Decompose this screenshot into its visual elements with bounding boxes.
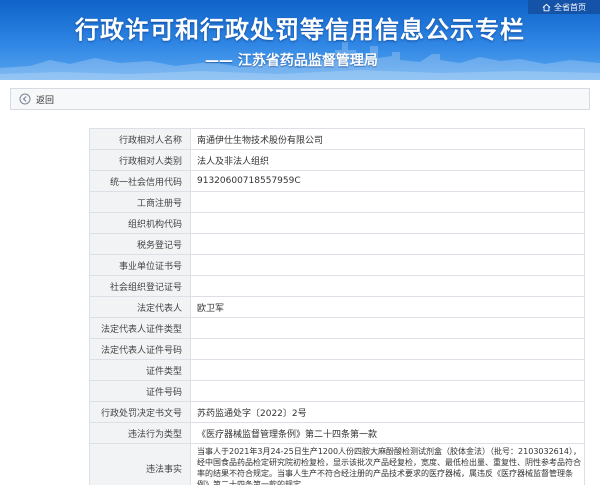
table-row: 组织机构代码 [89,212,585,234]
table-row: 统一社会信用代码 91320600718557959C [89,170,585,192]
field-label: 社会组织登记证号 [89,275,191,297]
table-row: 工商注册号 [89,191,585,213]
table-row: 税务登记号 [89,233,585,255]
field-value [190,359,585,381]
agency-subtitle: —— 江苏省药品监督管理局 [205,53,378,69]
table-row: 违法事实 当事人于2021年3月24-25日生产1200人份四胺大麻酚酸检测试剂… [89,443,585,485]
home-link[interactable]: 全省首页 [528,0,600,14]
field-label: 法定代表人证件类型 [89,317,191,339]
table-row: 行政处罚决定书文号 苏药监通处字〔2022〕2号 [89,401,585,423]
back-button[interactable]: 返回 [19,93,54,106]
field-value [190,212,585,234]
field-value [190,254,585,276]
field-value [190,191,585,213]
field-label: 事业单位证书号 [89,254,191,276]
toolbar: 返回 [10,88,590,110]
field-value: 91320600718557959C [190,170,585,192]
table-row: 社会组织登记证号 [89,275,585,297]
table-row: 证件号码 [89,380,585,402]
field-value [190,338,585,360]
header-banner: 行政许可和行政处罚等信用信息公示专栏 —— 江苏省药品监督管理局 全省首页 [0,0,600,80]
field-value: 当事人于2021年3月24-25日生产1200人份四胺大麻酚酸检测试剂盒（胶体金… [190,443,585,485]
field-label: 行政处罚决定书文号 [89,401,191,423]
field-label: 统一社会信用代码 [89,170,191,192]
field-value: 《医疗器械监督管理条例》第二十四条第一款 [190,422,585,444]
field-value: 苏药监通处字〔2022〕2号 [190,401,585,423]
table-row: 事业单位证书号 [89,254,585,276]
back-arrow-icon [19,93,31,105]
table-row: 法定代表人 欧卫军 [89,296,585,318]
table-row: 行政相对人名称 南通伊仕生物技术股份有限公司 [89,128,585,150]
record-detail-table: 行政相对人名称 南通伊仕生物技术股份有限公司 行政相对人类别 法人及非法人组织 … [89,128,585,485]
page-title: 行政许可和行政处罚等信用信息公示专栏 [75,16,525,44]
field-label: 法定代表人 [89,296,191,318]
field-label: 证件号码 [89,380,191,402]
table-row: 行政相对人类别 法人及非法人组织 [89,149,585,171]
back-label: 返回 [36,95,55,106]
field-value [190,275,585,297]
field-label: 工商注册号 [89,191,191,213]
home-icon [542,3,551,11]
field-value: 法人及非法人组织 [190,149,585,171]
table-row: 法定代表人证件类型 [89,317,585,339]
table-row: 证件类型 [89,359,585,381]
field-value: 欧卫军 [190,296,585,318]
field-label: 违法事实 [89,443,191,485]
field-value: 南通伊仕生物技术股份有限公司 [190,128,585,150]
field-label: 组织机构代码 [89,212,191,234]
field-label: 行政相对人类别 [89,149,191,171]
home-link-label: 全省首页 [554,2,586,12]
table-row: 法定代表人证件号码 [89,338,585,360]
field-value [190,380,585,402]
field-label: 证件类型 [89,359,191,381]
field-label: 行政相对人名称 [89,128,191,150]
table-row: 违法行为类型 《医疗器械监督管理条例》第二十四条第一款 [89,422,585,444]
field-label: 违法行为类型 [89,422,191,444]
field-value [190,317,585,339]
field-label: 法定代表人证件号码 [89,338,191,360]
field-label: 税务登记号 [89,233,191,255]
field-value [190,233,585,255]
